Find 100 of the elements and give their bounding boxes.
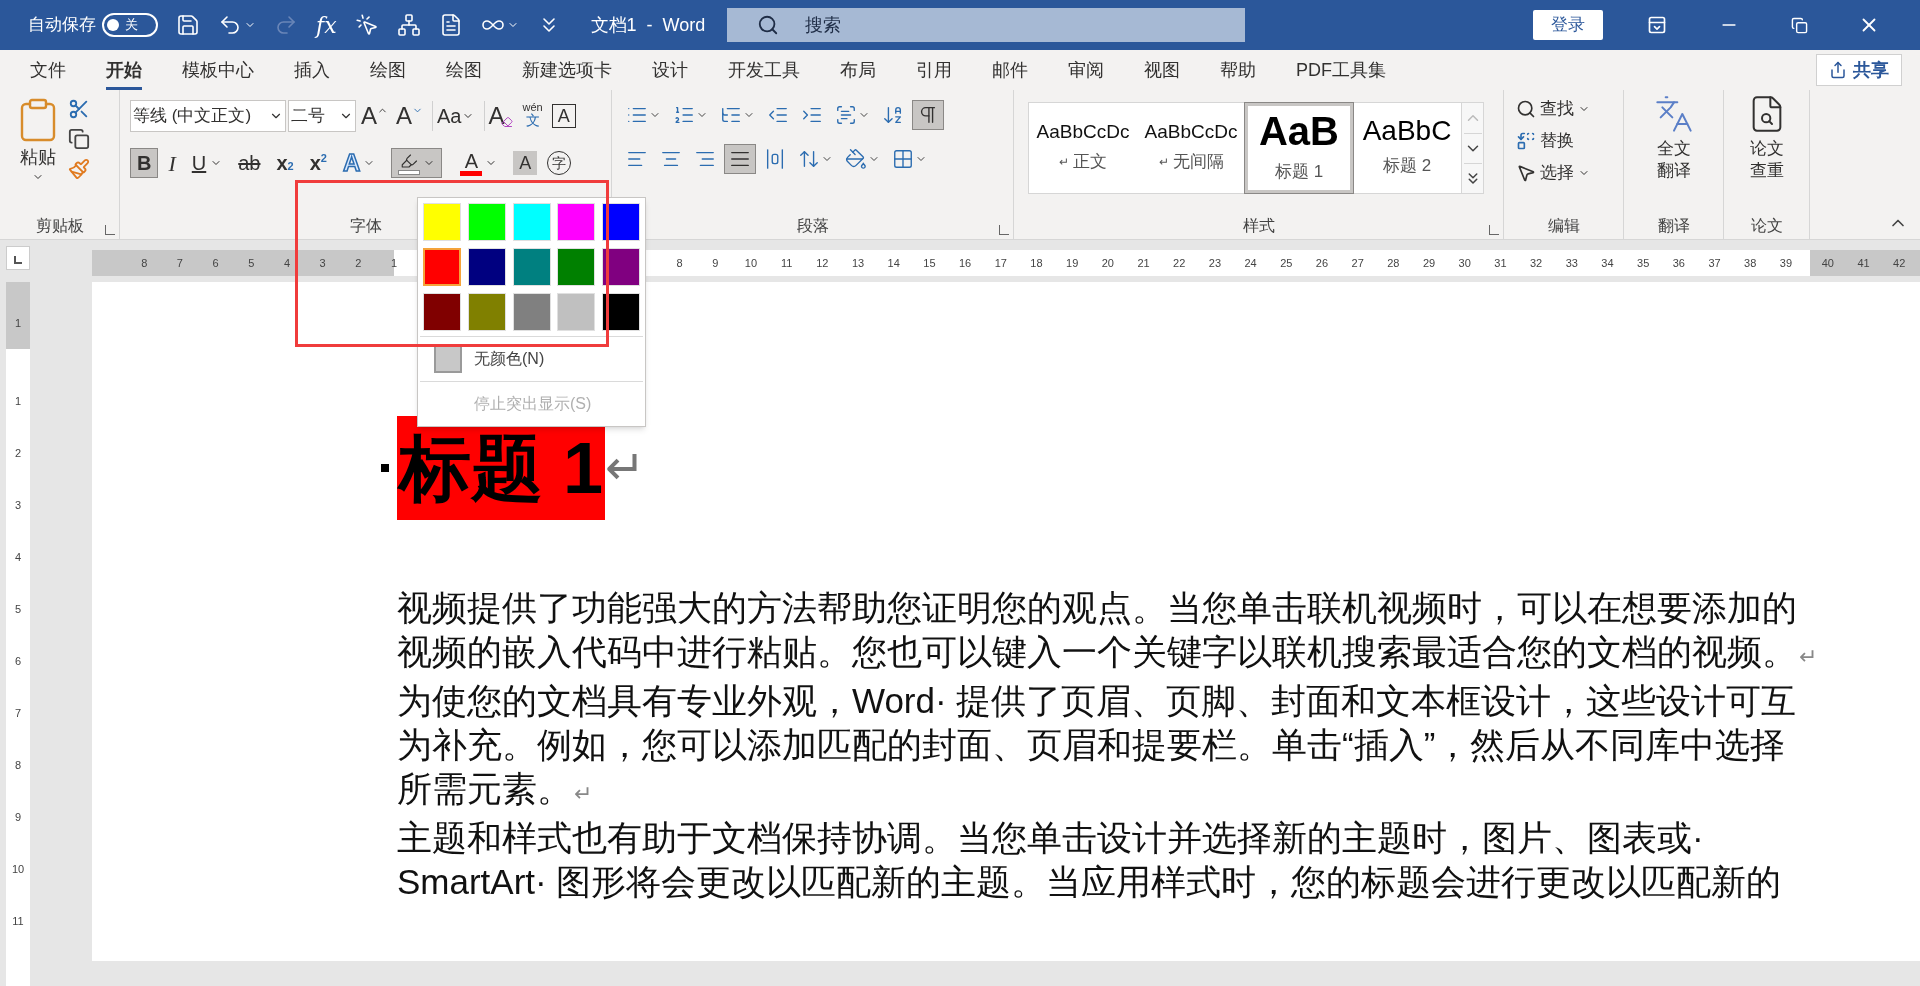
style-item[interactable]: AaBbC 标题 2 — [1353, 103, 1461, 193]
paragraph-bullet-icon — [381, 464, 389, 472]
dialog-launcher-icon[interactable] — [1489, 225, 1499, 235]
ruler-number: 9 — [711, 255, 720, 271]
phonetic-guide-button[interactable]: wén 文 — [518, 101, 547, 131]
change-case-button[interactable]: Aa — [432, 101, 478, 131]
ribbon-tab[interactable]: 开始 — [86, 50, 162, 90]
paste-button[interactable]: 粘贴 — [14, 96, 62, 183]
plagiarism-check-button[interactable]: 论文 查重 — [1746, 94, 1787, 213]
autosave-label: 自动保存 — [28, 14, 96, 37]
color-swatch[interactable] — [423, 293, 461, 331]
format-painter-icon[interactable] — [68, 158, 90, 180]
font-color-bar — [460, 170, 483, 176]
dialog-launcher-icon[interactable] — [999, 225, 1009, 235]
ruler-number: 4 — [282, 255, 291, 271]
ribbon-tab[interactable]: 审阅 — [1048, 50, 1124, 90]
ruler-number: 29 — [1421, 255, 1437, 271]
color-swatch[interactable] — [557, 293, 596, 331]
sort-icon — [882, 104, 904, 126]
ribbon-tab[interactable]: 开发工具 — [708, 50, 820, 90]
highlight-button[interactable] — [391, 148, 443, 178]
ribbon-display-icon[interactable] — [1647, 15, 1668, 35]
dialog-launcher-icon[interactable] — [105, 225, 115, 235]
ruler-number: 8 — [675, 255, 684, 271]
grow-font-button[interactable]: A — [358, 101, 391, 131]
ruler-number: 22 — [1172, 255, 1187, 271]
share-icon — [1829, 61, 1847, 79]
ribbon-tab[interactable]: PDF工具集 — [1276, 50, 1406, 90]
ribbon-tab[interactable]: 视图 — [1124, 50, 1200, 90]
body-text-line: 视频的嵌入代码中进行粘贴。您也可以键入一个关键字以联机搜索最适合您的文档的视频。 — [397, 631, 1797, 673]
font-size-field[interactable]: 二号 — [288, 100, 356, 132]
color-swatch[interactable] — [423, 248, 461, 286]
color-swatch[interactable] — [512, 293, 551, 331]
paragraph-tool[interactable] — [724, 144, 756, 174]
color-swatch[interactable] — [467, 203, 506, 241]
pointer-icon — [1516, 163, 1536, 183]
ribbon-tab[interactable]: 邮件 — [972, 50, 1048, 90]
ribbon-tab[interactable]: 文件 — [10, 50, 86, 90]
color-swatch[interactable] — [467, 248, 506, 286]
ribbon-tab[interactable]: 引用 — [896, 50, 972, 90]
ribbon-tab[interactable]: 插入 — [274, 50, 350, 90]
ribbon-tab[interactable]: 绘图 — [426, 50, 502, 90]
ribbon-tab[interactable]: 布局 — [820, 50, 896, 90]
style-item[interactable]: AaBbCcDc ↵ 无间隔 — [1137, 103, 1245, 193]
font-name-field[interactable]: 等线 (中文正文) — [130, 100, 286, 132]
highlighter-icon — [400, 151, 419, 170]
ribbon-tab[interactable]: 绘图 — [350, 50, 426, 90]
search-field[interactable]: 搜索 — [727, 8, 1246, 42]
group-label: 样式 — [1242, 216, 1275, 236]
formula-button[interactable]: fx — [310, 7, 343, 43]
color-swatch[interactable] — [423, 203, 461, 241]
italic-button[interactable]: I — [162, 148, 182, 178]
body-text-line: 主题和样式也有助于文档保持协调。当您单击设计并选择新的主题时，图片、图表或· — [397, 817, 1704, 859]
character-shading-button[interactable]: A — [513, 151, 538, 175]
no-color-swatch-icon — [434, 345, 462, 373]
style-item[interactable]: AaB 标题 1 — [1245, 103, 1353, 193]
color-swatch[interactable] — [512, 203, 551, 241]
select-button[interactable]: 选择 — [1516, 158, 1623, 188]
translate-button[interactable]: 全文 翻译 — [1653, 94, 1694, 213]
share-button[interactable]: 共享 — [1816, 54, 1902, 86]
color-swatch[interactable] — [557, 248, 596, 286]
ruler-number: 31 — [1493, 255, 1508, 271]
find-button[interactable]: 查找 — [1516, 94, 1623, 124]
underline-button[interactable]: U — [185, 148, 229, 178]
copy-icon[interactable] — [68, 128, 90, 150]
ribbon-tab[interactable]: 设计 — [632, 50, 708, 90]
color-swatch[interactable] — [557, 203, 596, 241]
paragraph-mark: ↵ — [1799, 643, 1817, 671]
borders-icon — [892, 148, 914, 170]
style-item[interactable]: AaBbCcDc ↵ 正文 — [1029, 103, 1137, 193]
color-swatch[interactable] — [512, 248, 551, 286]
ribbon-tab[interactable]: 模板中心 — [162, 50, 274, 90]
character-border-button[interactable]: A — [551, 104, 576, 128]
save-icon — [176, 13, 200, 37]
group-label: 翻译 — [1657, 216, 1690, 236]
restore-icon[interactable] — [1791, 16, 1809, 34]
ruler-number: 1 — [14, 393, 22, 409]
undo-icon — [218, 13, 242, 37]
shrink-font-button[interactable]: A — [393, 101, 427, 131]
clear-format-button[interactable]: A — [483, 101, 517, 131]
no-color-item[interactable]: 无颜色(N) — [434, 344, 545, 374]
ruler-number: 28 — [1386, 255, 1401, 271]
login-button[interactable]: 登录 — [1533, 10, 1604, 40]
strikethrough-button[interactable]: ab — [232, 148, 267, 178]
ribbon-tab[interactable]: 新建选项卡 — [502, 50, 632, 90]
paragraph-tool[interactable] — [912, 100, 944, 130]
group-label: 编辑 — [1547, 216, 1580, 236]
ruler-number: 34 — [1600, 255, 1615, 271]
autosave-toggle[interactable]: 关 — [102, 13, 158, 37]
ruler-number: 35 — [1636, 255, 1651, 271]
superscript-button[interactable]: x$^{2}$ — [303, 148, 333, 178]
bold-button[interactable]: B — [130, 148, 159, 178]
ruler-number: 5 — [14, 601, 22, 617]
cut-icon[interactable] — [68, 98, 90, 120]
color-swatch[interactable] — [467, 293, 506, 331]
ribbon-tab[interactable]: 帮助 — [1200, 50, 1276, 90]
numbered-list-icon — [673, 104, 695, 126]
tab-selector-icon[interactable] — [6, 246, 30, 270]
replace-button[interactable]: 替换 — [1516, 126, 1623, 156]
font-color-button[interactable]: A — [454, 148, 504, 178]
